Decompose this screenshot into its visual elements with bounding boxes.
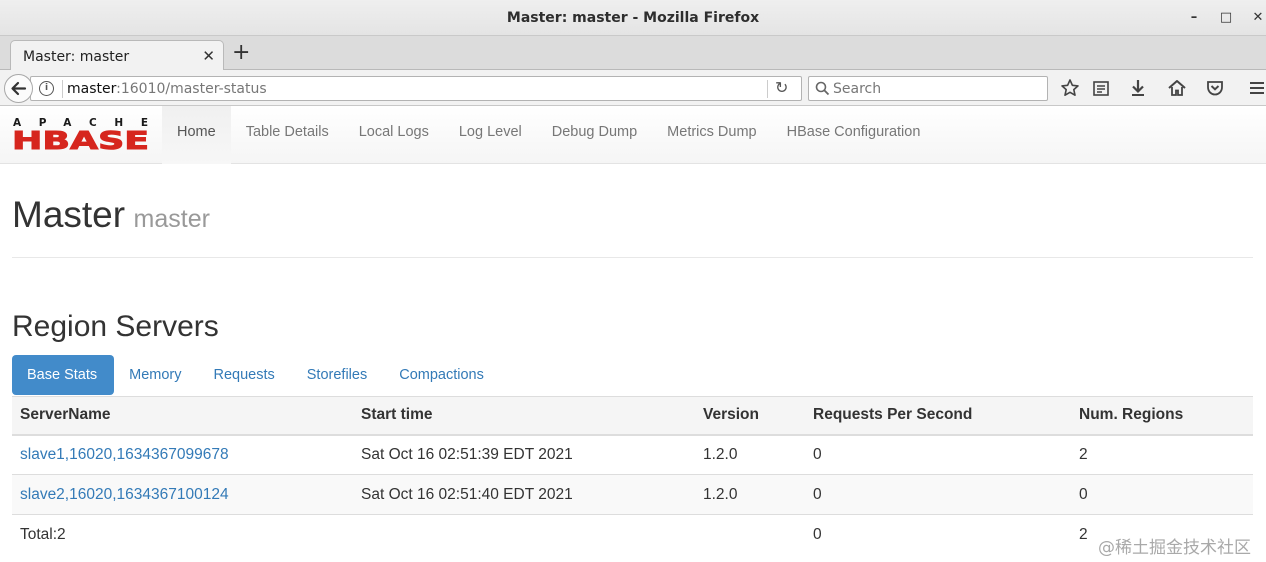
table-total-row: Total:2 0 2 <box>12 514 1253 555</box>
url-path: :16010/master-status <box>116 81 267 97</box>
browser-tab[interactable]: Master: master ✕ <box>10 40 224 71</box>
url-text[interactable]: master:16010/master-status <box>67 81 267 97</box>
home-icon[interactable] <box>1166 77 1188 99</box>
region-servers-table: ServerName Start time Version Requests P… <box>12 396 1253 555</box>
hamburger-menu-icon[interactable] <box>1246 77 1266 99</box>
regions-cell: 2 <box>1071 434 1253 475</box>
nav-debug-dump[interactable]: Debug Dump <box>537 106 652 164</box>
tab-requests[interactable]: Requests <box>199 355 292 395</box>
table-header-row: ServerName Start time Version Requests P… <box>12 396 1253 436</box>
server-link[interactable]: slave1,16020,1634367099678 <box>20 446 229 463</box>
start-time-cell: Sat Oct 16 02:51:40 EDT 2021 <box>353 474 695 515</box>
column-header: Requests Per Second <box>805 396 1071 436</box>
tab-memory[interactable]: Memory <box>114 355 198 395</box>
url-host: master <box>67 81 117 97</box>
server-link[interactable]: slave2,16020,1634367100124 <box>20 486 229 503</box>
url-bar-divider <box>767 80 768 98</box>
version-cell: 1.2.0 <box>695 434 805 475</box>
site-info-icon[interactable]: i <box>39 81 54 96</box>
browser-tab-title: Master: master <box>23 49 130 65</box>
version-cell: 1.2.0 <box>695 474 805 515</box>
download-icon[interactable] <box>1127 77 1149 99</box>
table-row: slave2,16020,1634367100124 Sat Oct 16 02… <box>12 474 1253 515</box>
nav-local-logs[interactable]: Local Logs <box>344 106 444 164</box>
requests-cell: 0 <box>805 434 1071 475</box>
search-bar[interactable] <box>808 76 1048 101</box>
nav-log-level[interactable]: Log Level <box>444 106 537 164</box>
header-divider <box>12 257 1253 258</box>
back-button[interactable] <box>4 74 33 103</box>
nav-metrics-dump[interactable]: Metrics Dump <box>652 106 771 164</box>
tab-strip: Master: master ✕ + <box>0 36 1266 71</box>
nav-table-details[interactable]: Table Details <box>231 106 344 164</box>
start-time-cell: Sat Oct 16 02:51:39 EDT 2021 <box>353 434 695 475</box>
library-icon[interactable] <box>1090 77 1112 99</box>
requests-cell: 0 <box>805 474 1071 515</box>
nav-home[interactable]: Home <box>162 106 231 164</box>
apache-hbase-logo[interactable]: APACHE HBASE <box>12 115 150 157</box>
new-tab-button[interactable]: + <box>232 41 250 65</box>
maximize-button[interactable]: □ <box>1216 8 1236 28</box>
column-header: ServerName <box>12 396 353 436</box>
total-requests-cell: 0 <box>805 514 1071 555</box>
close-tab-icon[interactable]: ✕ <box>202 47 215 65</box>
back-arrow-icon <box>11 81 27 96</box>
navigation-toolbar: i master:16010/master-status ↻ <box>0 70 1266 106</box>
search-input[interactable] <box>833 77 1043 100</box>
hbase-navbar: APACHE HBASE Home Table Details Local Lo… <box>0 106 1266 164</box>
pocket-icon[interactable] <box>1204 77 1226 99</box>
tab-compactions[interactable]: Compactions <box>384 355 501 395</box>
window-titlebar: Master: master - Mozilla Firefox – □ ✕ <box>0 0 1266 36</box>
region-servers-title: Region Servers <box>12 310 219 343</box>
table-row: slave1,16020,1634367099678 Sat Oct 16 02… <box>12 434 1253 475</box>
column-header: Version <box>695 396 805 436</box>
minimize-button[interactable]: – <box>1184 8 1204 28</box>
regions-cell: 0 <box>1071 474 1253 515</box>
url-bar-divider <box>62 80 63 98</box>
close-window-button[interactable]: ✕ <box>1248 8 1266 28</box>
server-name-cell: slave1,16020,1634367099678 <box>12 434 353 475</box>
window-title: Master: master - Mozilla Firefox <box>506 10 760 26</box>
column-header: Num. Regions <box>1071 396 1253 436</box>
watermark: @稀土掘金技术社区 <box>1098 538 1251 558</box>
bookmark-star-icon[interactable] <box>1059 77 1081 99</box>
column-header: Start time <box>353 396 695 436</box>
page-subtitle: master <box>133 205 210 233</box>
nav-hbase-configuration[interactable]: HBase Configuration <box>772 106 936 164</box>
url-bar[interactable]: i master:16010/master-status ↻ <box>30 76 802 101</box>
total-label-cell: Total:2 <box>12 514 353 555</box>
tab-storefiles[interactable]: Storefiles <box>292 355 384 395</box>
search-icon <box>815 81 830 96</box>
server-name-cell: slave2,16020,1634367100124 <box>12 474 353 515</box>
region-servers-tabs: Base Stats Memory Requests Storefiles Co… <box>12 355 1253 396</box>
page-header: Master master <box>12 194 210 236</box>
empty-cell <box>695 514 805 555</box>
empty-cell <box>353 514 695 555</box>
reload-icon[interactable]: ↻ <box>775 78 788 97</box>
main-menu: Home Table Details Local Logs Log Level … <box>162 106 935 164</box>
tab-base-stats[interactable]: Base Stats <box>12 355 115 395</box>
svg-text:HBASE: HBASE <box>12 126 149 155</box>
page-title: Master <box>12 194 126 235</box>
